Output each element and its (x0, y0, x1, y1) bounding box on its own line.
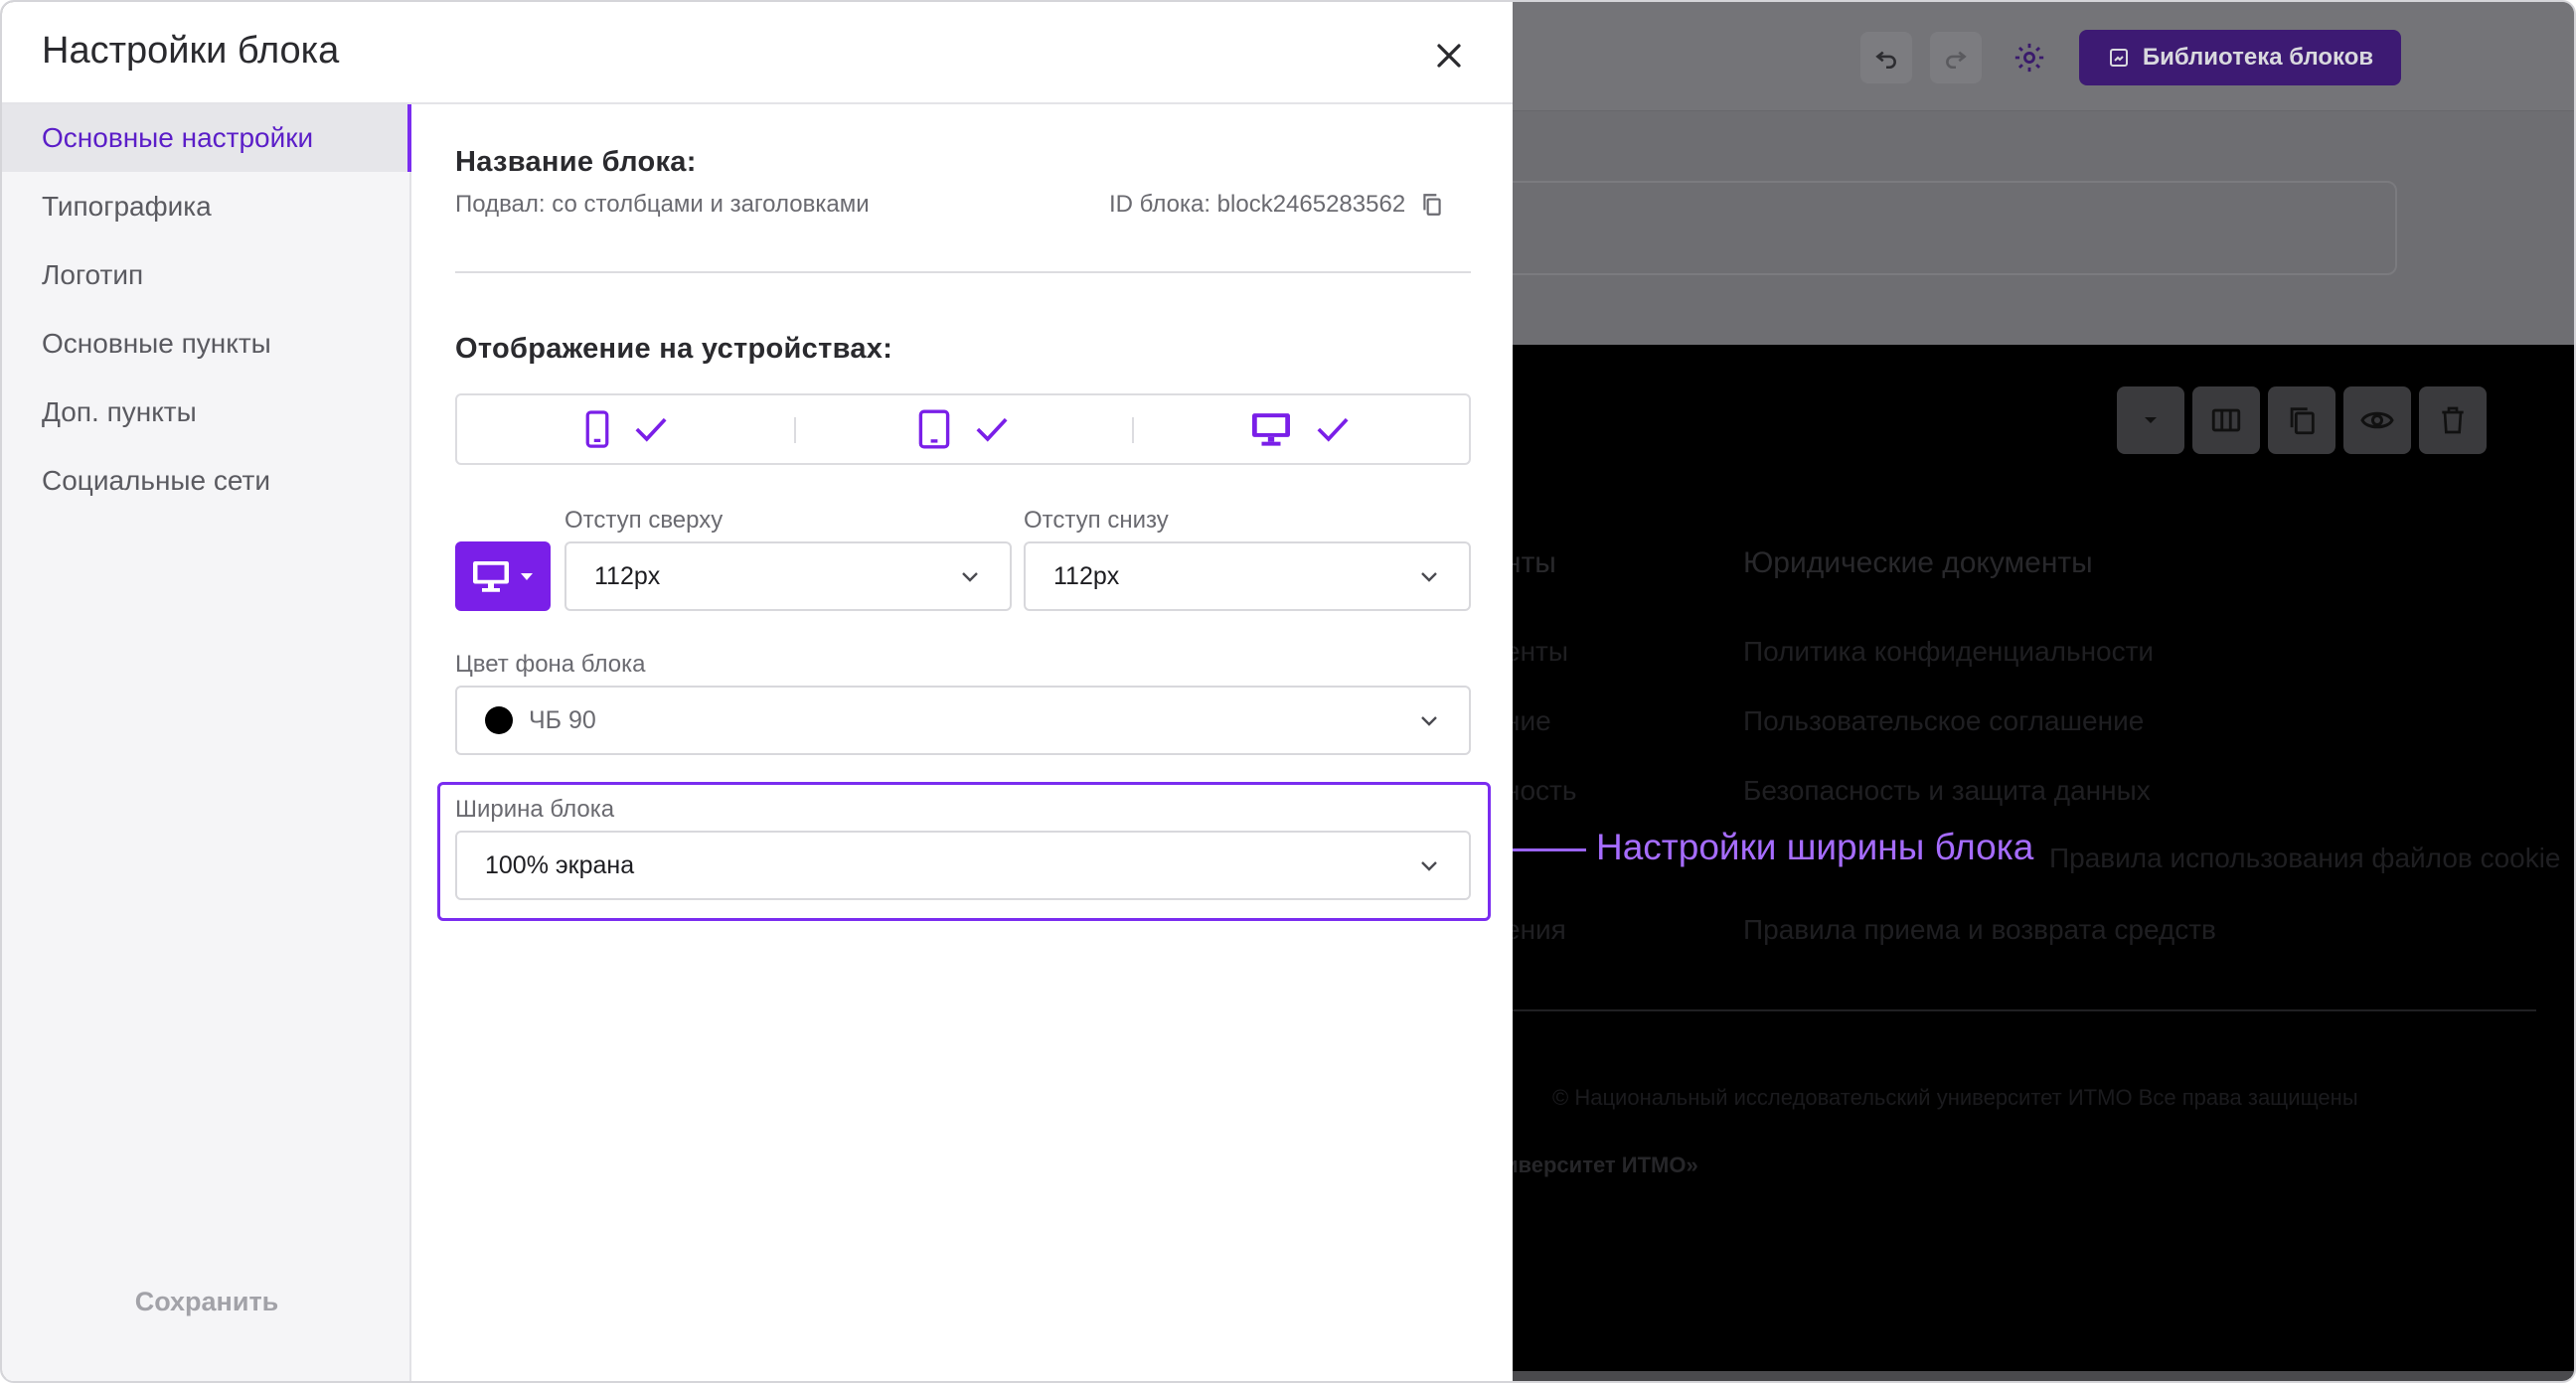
device-toggle-desktop[interactable] (1131, 395, 1469, 463)
sidebar-item-extra-items[interactable]: Доп. пункты (2, 379, 411, 446)
block-name-value: Подвал: со столбцами и заголовками (455, 191, 870, 218)
eye-icon (2360, 411, 2394, 429)
columns-icon (2211, 408, 2241, 432)
width-select[interactable]: 100% экрана (455, 831, 1471, 900)
sidebar-item-main-settings[interactable]: Основные настройки (2, 104, 411, 172)
device-toggle-tablet[interactable] (794, 395, 1131, 463)
check-icon (635, 417, 667, 442)
sidebar-item-main-items[interactable]: Основные пункты (2, 310, 411, 378)
block-columns-button[interactable] (2192, 386, 2260, 454)
sidebar-item-label: Основные пункты (42, 328, 271, 359)
sidebar-item-label: Типографика (42, 191, 212, 222)
padding-bottom-value: 112px (1053, 561, 1120, 590)
modal-title: Настройки блока (42, 30, 340, 72)
footer-link: Правила использования файлов cookie (2049, 843, 2561, 873)
footer-link: Правила приема и возврата средств (1743, 914, 2216, 945)
footer-column-heading: Юридические документы (1743, 546, 2093, 579)
footer-link: енты (1505, 636, 1568, 667)
footer-org: иверситет ИТМО» (1505, 1152, 1698, 1177)
redo-button[interactable] (1930, 32, 1982, 83)
redo-icon (1946, 51, 1967, 70)
footer-link: Политика конфиденциальности (1743, 636, 2155, 667)
block-library-label: Библиотека блоков (2142, 44, 2374, 71)
gear-icon (2014, 43, 2044, 73)
tablet-icon (918, 409, 950, 449)
footer-link: Пользовательское соглашение (1743, 705, 2145, 736)
width-label: Ширина блока (455, 796, 615, 823)
sidebar-item-label: Социальные сети (42, 465, 271, 496)
footer-link: Безопасность и защита данных (1743, 775, 2151, 806)
desktop-icon (473, 561, 509, 592)
padding-top-select[interactable]: 112px (564, 541, 1012, 611)
modal-header: Настройки блока (2, 2, 1513, 104)
copy-icon (2290, 407, 2315, 435)
footer-link: ность (1505, 775, 1577, 806)
block-settings-modal: Настройки блока Основные настройки Типог… (2, 2, 1513, 1381)
sidebar-item-logo[interactable]: Логотип (2, 241, 411, 309)
footer-link: ения (1505, 914, 1566, 945)
block-toolbar (2117, 386, 2487, 454)
settings-button[interactable] (2004, 32, 2055, 83)
color-swatch (485, 706, 513, 734)
sidebar-item-social[interactable]: Социальные сети (2, 447, 411, 515)
bg-color-value: ЧБ 90 (529, 705, 596, 734)
sidebar-item-typography[interactable]: Типографика (2, 173, 411, 240)
block-move-button[interactable] (2117, 386, 2184, 454)
block-id: ID блока: block2465283562 (1109, 191, 1445, 219)
bg-color-label: Цвет фона блока (455, 651, 646, 678)
block-library-button[interactable]: Библиотека блоков (2079, 30, 2401, 85)
copy-icon[interactable] (1419, 192, 1445, 218)
width-value: 100% экрана (485, 850, 635, 879)
caret-down-icon (521, 573, 533, 580)
desktop-icon (1252, 413, 1291, 446)
footer-copyright: © Национальный исследовательский универс… (1552, 1085, 2358, 1110)
trash-icon (2442, 406, 2464, 434)
mobile-icon (585, 410, 609, 448)
chevron-down-icon (1421, 716, 1437, 726)
close-icon (1437, 44, 1461, 68)
settings-sidebar: Основные настройки Типографика Логотип О… (2, 104, 411, 1381)
annotation-label: Настройки ширины блока (1596, 827, 2034, 867)
device-selector-button[interactable] (455, 541, 551, 611)
device-visibility-toggles (455, 393, 1471, 465)
padding-bottom-label: Отступ снизу (1024, 507, 1169, 534)
save-button[interactable]: Сохранить (2, 1287, 411, 1317)
editor-field (1453, 181, 2397, 275)
padding-top-label: Отступ сверху (564, 507, 724, 534)
undo-icon (1875, 51, 1896, 70)
check-icon (976, 417, 1008, 442)
settings-content: Название блока: Подвал: со столбцами и з… (413, 104, 1513, 1381)
sidebar-item-label: Доп. пункты (42, 396, 197, 427)
device-toggle-mobile[interactable] (457, 395, 794, 463)
block-delete-button[interactable] (2419, 386, 2487, 454)
undo-button[interactable] (1860, 32, 1912, 83)
horizontal-scrollbar[interactable] (1513, 1371, 2574, 1381)
footer-divider (1493, 1009, 2536, 1011)
divider (455, 271, 1471, 273)
library-icon (2109, 49, 2128, 67)
check-icon (1317, 417, 1349, 442)
chevron-down-icon (1421, 572, 1437, 582)
padding-top-value: 112px (594, 561, 661, 590)
bg-color-select[interactable]: ЧБ 90 (455, 686, 1471, 755)
sidebar-item-label: Основные настройки (42, 122, 314, 153)
close-button[interactable] (1423, 30, 1475, 81)
chevron-down-icon (962, 572, 978, 582)
padding-bottom-select[interactable]: 112px (1024, 541, 1471, 611)
devices-label: Отображение на устройствах: (455, 333, 893, 365)
block-id-text: ID блока: block2465283562 (1109, 191, 1406, 218)
block-visibility-button[interactable] (2343, 386, 2411, 454)
chevron-down-icon (1421, 861, 1437, 871)
caret-down-icon (2145, 417, 2157, 423)
block-duplicate-button[interactable] (2268, 386, 2335, 454)
block-name-label: Название блока: (455, 146, 697, 178)
sidebar-item-label: Логотип (42, 259, 144, 290)
